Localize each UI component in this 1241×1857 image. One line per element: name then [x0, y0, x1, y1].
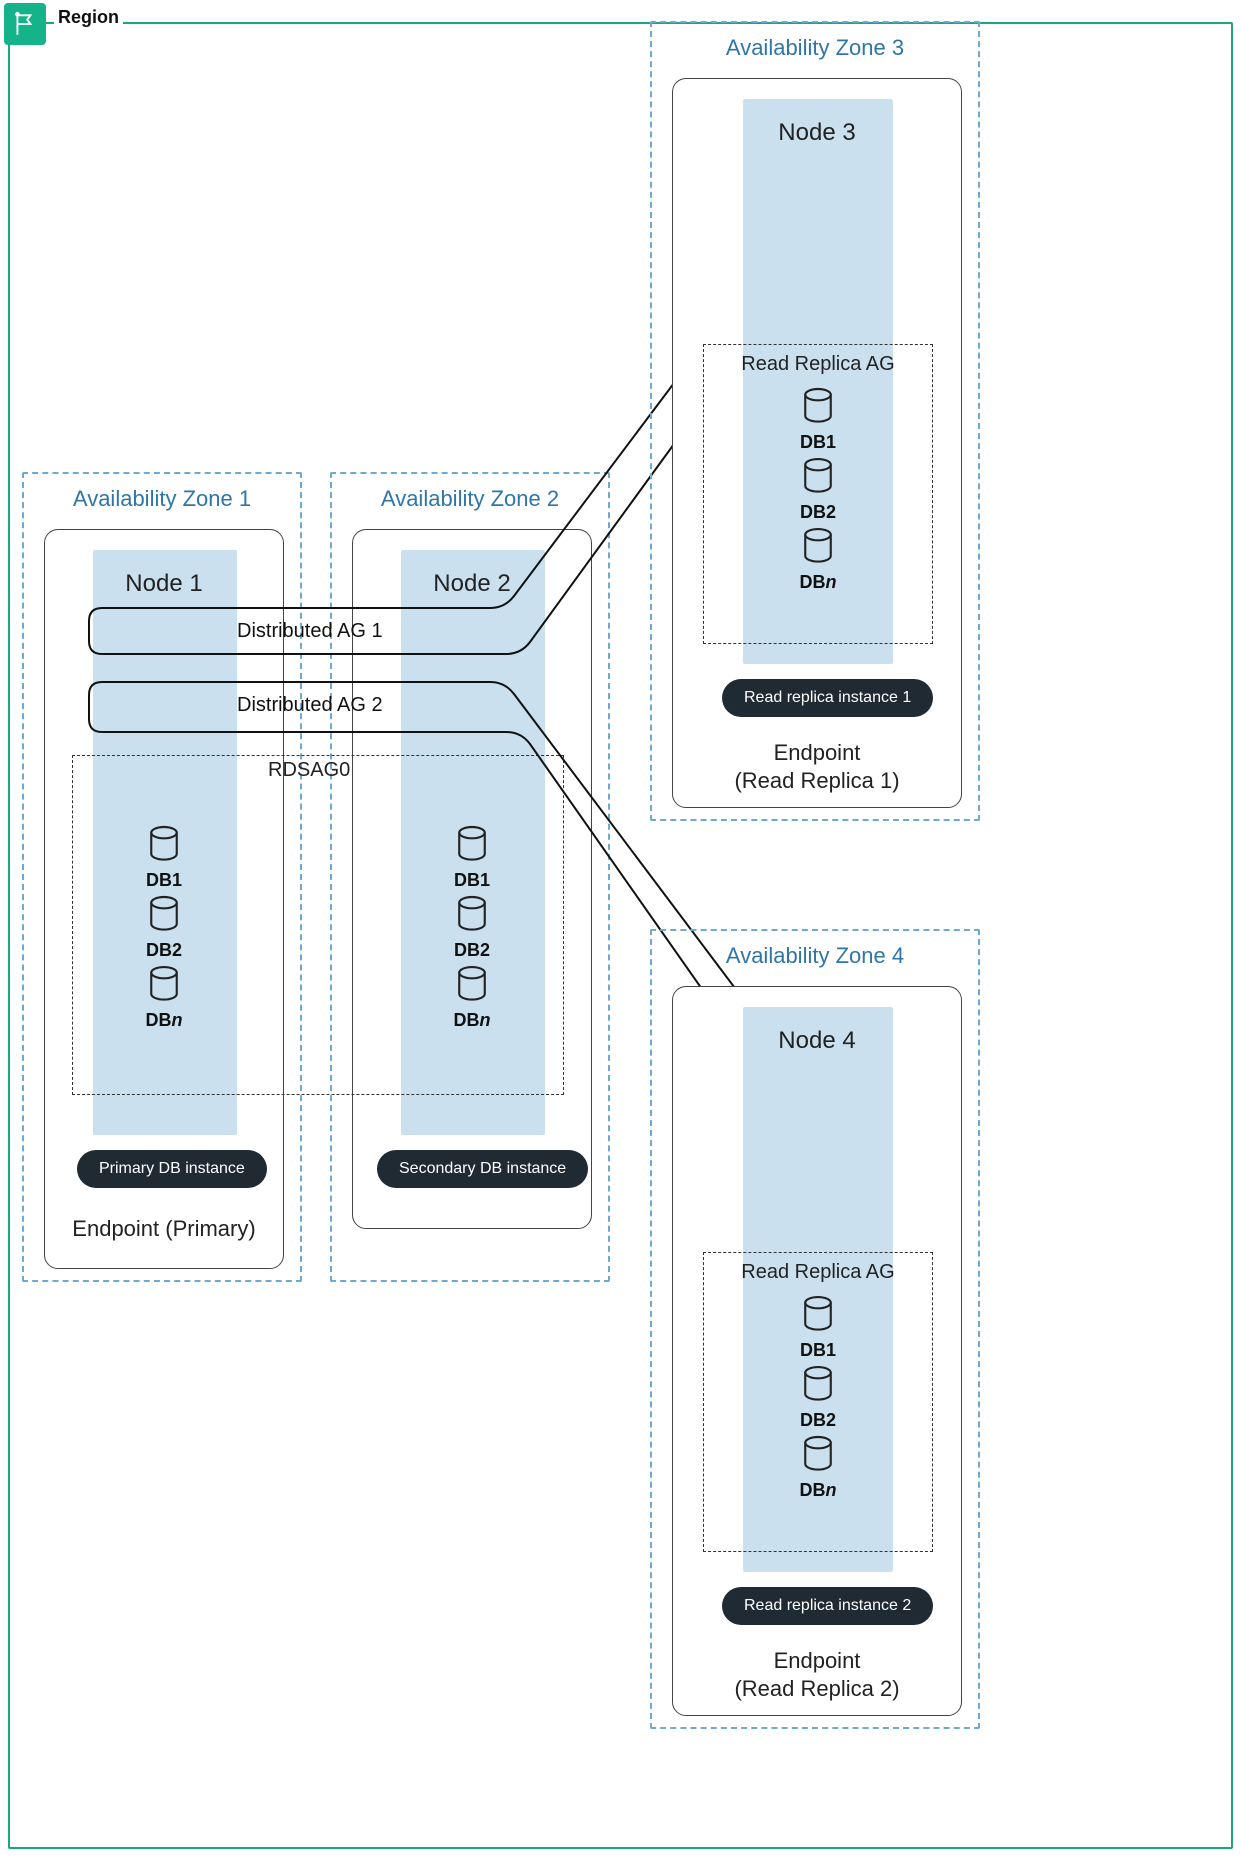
az3-db1: DB1 — [800, 387, 836, 453]
database-icon — [801, 1365, 835, 1408]
az4-db-stack: DB1 DB2 DBn — [704, 1295, 932, 1501]
db-label: DBn — [800, 572, 837, 593]
database-icon — [801, 457, 835, 500]
database-icon — [801, 1435, 835, 1478]
availability-zone-3: Availability Zone 3 Node 3 Read Replica … — [650, 21, 980, 821]
secondary-db-instance-pill: Secondary DB instance — [377, 1150, 588, 1188]
az3-db-stack: DB1 DB2 DBn — [704, 387, 932, 593]
az4-db2: DB2 — [800, 1365, 836, 1431]
database-icon — [801, 387, 835, 430]
az3-read-replica-ag-box: Read Replica AG DB1 DB2 DBn — [703, 344, 933, 644]
az2-title: Availability Zone 2 — [332, 486, 608, 512]
region-flag-icon — [4, 3, 46, 45]
az3-endpoint: Endpoint(Read Replica 1) — [673, 739, 961, 794]
az3-db2: DB2 — [800, 457, 836, 523]
az1-endpoint: Endpoint (Primary) — [45, 1215, 283, 1243]
az3-title: Availability Zone 3 — [652, 35, 978, 61]
database-icon — [801, 527, 835, 570]
db-label: DB1 — [800, 1340, 836, 1361]
az3-dbn: DBn — [800, 527, 837, 593]
distributed-ag-1-label: Distributed AG 1 — [237, 620, 383, 643]
db-label: DBn — [800, 1480, 837, 1501]
az4-read-replica-ag-box: Read Replica AG DB1 DB2 DBn — [703, 1252, 933, 1552]
az3-node-title: Node 3 — [673, 119, 961, 147]
region-box: Region Availability Zone 1 Node 1 DB1 DB… — [8, 22, 1233, 1849]
rdsag0-label: RDSAG0 — [268, 759, 350, 782]
rdsag0-box — [72, 755, 564, 1095]
az4-title: Availability Zone 4 — [652, 943, 978, 969]
az4-read-replica-ag-title: Read Replica AG — [704, 1261, 932, 1284]
az3-read-replica-ag-title: Read Replica AG — [704, 353, 932, 376]
read-replica-instance-2-pill: Read replica instance 2 — [722, 1587, 933, 1625]
db-label: DB2 — [800, 1410, 836, 1431]
az4-node-box: Node 4 Read Replica AG DB1 DB2 DBn — [672, 986, 962, 1716]
az4-db1: DB1 — [800, 1295, 836, 1361]
read-replica-instance-1-pill: Read replica instance 1 — [722, 679, 933, 717]
db-label: DB1 — [800, 432, 836, 453]
availability-zone-4: Availability Zone 4 Node 4 Read Replica … — [650, 929, 980, 1729]
az1-node-title: Node 1 — [45, 570, 283, 598]
az1-title: Availability Zone 1 — [24, 486, 300, 512]
az2-node-title: Node 2 — [353, 570, 591, 598]
distributed-ag-2-label: Distributed AG 2 — [237, 694, 383, 717]
az4-node-title: Node 4 — [673, 1027, 961, 1055]
db-label: DB2 — [800, 502, 836, 523]
az4-endpoint: Endpoint(Read Replica 2) — [673, 1647, 961, 1702]
az4-dbn: DBn — [800, 1435, 837, 1501]
region-label: Region — [54, 7, 123, 28]
primary-db-instance-pill: Primary DB instance — [77, 1150, 267, 1188]
az3-node-box: Node 3 Read Replica AG DB1 DB2 DBn — [672, 78, 962, 808]
database-icon — [801, 1295, 835, 1338]
